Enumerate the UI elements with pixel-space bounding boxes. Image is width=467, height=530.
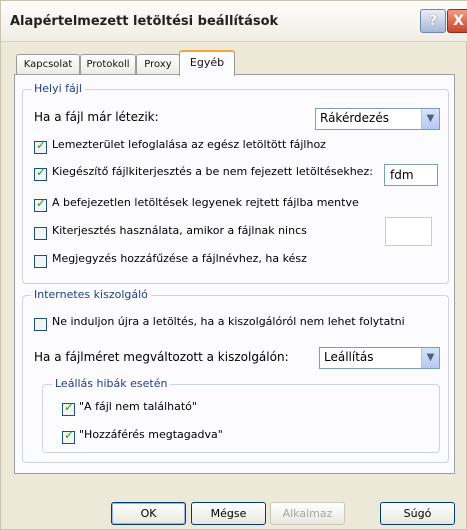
no-restart-checkbox[interactable]	[34, 318, 47, 331]
chevron-down-icon[interactable]: ▼	[421, 109, 439, 129]
tab-connection[interactable]: Kapcsolat	[16, 54, 80, 74]
tab-protocol[interactable]: Protokoll	[80, 54, 136, 74]
if-exists-label: Ha a fájl már létezik:	[34, 110, 159, 124]
stop-errors-legend: Leállás hibák esetén	[52, 377, 171, 390]
help-title-button[interactable]: ?	[420, 9, 446, 33]
dialog-title: Alapértelmezett letöltési beállítások	[10, 14, 279, 29]
append-note-checkbox[interactable]	[34, 255, 47, 268]
use-extension-label: Kiterjesztés használata, amikor a fájlna…	[52, 224, 307, 237]
stop-errors-group	[42, 384, 440, 453]
tab-other[interactable]: Egyéb	[179, 50, 235, 76]
extension-checkbox[interactable]	[34, 165, 47, 181]
tab-proxy[interactable]: Proxy	[136, 54, 180, 74]
hidden-file-checkbox[interactable]	[34, 196, 47, 212]
size-changed-select[interactable]: Leállítás ▼	[319, 347, 440, 369]
tab-panel-other: Helyi fájl Ha a fájl már létezik: Rákérd…	[14, 74, 455, 474]
apply-button[interactable]: Alkalmaz	[270, 502, 345, 525]
chevron-down-icon[interactable]: ▼	[421, 348, 439, 368]
no-restart-label: Ne induljon újra a letöltés, ha a kiszol…	[52, 315, 405, 328]
ok-button[interactable]: OK	[111, 502, 186, 525]
file-not-found-checkbox[interactable]	[62, 400, 75, 416]
append-note-label: Megjegyzés hozzáfűzése a fájlnévhez, ha …	[52, 252, 307, 265]
use-extension-checkbox[interactable]	[34, 227, 47, 240]
if-exists-select[interactable]: Rákérdezés ▼	[315, 108, 440, 130]
extension-value: fdm	[390, 168, 414, 182]
hidden-file-label: A befejezetlen letöltések legyenek rejte…	[52, 196, 359, 209]
close-button[interactable]: X	[447, 9, 467, 33]
internet-server-legend: Internetes kiszolgáló	[31, 288, 151, 301]
default-extension-input[interactable]	[385, 217, 432, 246]
access-denied-checkbox[interactable]	[62, 428, 75, 444]
size-changed-label: Ha a fájlméret megváltozott a kiszolgáló…	[34, 350, 289, 364]
extension-label: Kiegészítő fájlkiterjesztés a be nem fej…	[52, 165, 373, 178]
cancel-button[interactable]: Mégse	[191, 502, 266, 525]
preallocate-label: Lemezterület lefoglalása az egész letölt…	[52, 138, 326, 151]
if-exists-value: Rákérdezés	[320, 111, 389, 125]
access-denied-label: "Hozzáférés megtagadva"	[79, 428, 223, 441]
size-changed-value: Leállítás	[324, 350, 374, 364]
help-button[interactable]: Súgó	[380, 502, 455, 525]
file-not-found-label: "A fájl nem található"	[79, 400, 197, 413]
dialog-window: Alapértelmezett letöltési beállítások ? …	[0, 0, 467, 530]
local-file-legend: Helyi fájl	[31, 82, 85, 95]
extension-input[interactable]: fdm	[384, 164, 438, 186]
title-bar[interactable]: Alapértelmezett letöltési beállítások ? …	[1, 1, 467, 42]
preallocate-checkbox[interactable]	[34, 138, 47, 154]
